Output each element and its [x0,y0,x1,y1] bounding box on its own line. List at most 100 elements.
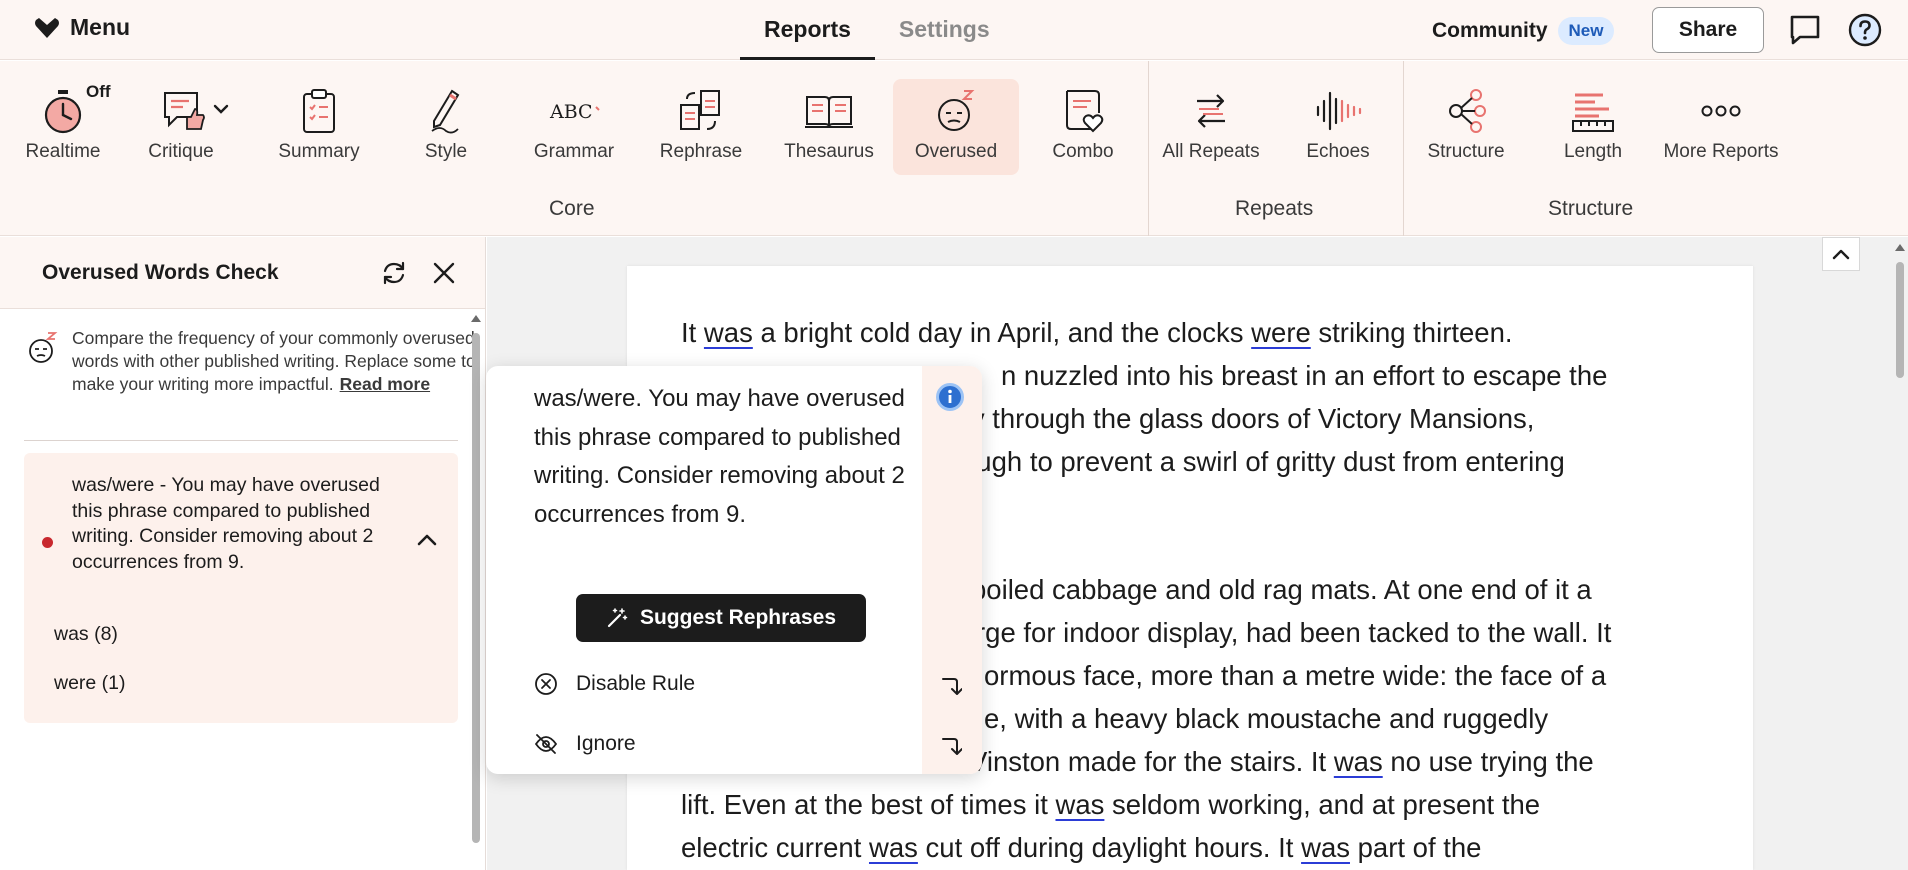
critique-label: Critique [148,141,214,162]
tab-reports[interactable]: Reports [740,0,875,60]
editor-scrollbar[interactable] [1896,262,1904,378]
text-line: electric current was cut off during dayl… [681,832,1482,863]
stopwatch-icon [44,90,82,134]
scroll-up-arrow-icon[interactable] [1895,244,1905,251]
style-label: Style [424,141,468,162]
critique-button[interactable]: Critique [128,79,254,175]
new-badge: New [1557,17,1615,45]
divider [24,440,458,441]
length-button[interactable]: Length [1530,79,1656,175]
refresh-icon[interactable] [380,259,408,292]
three-dots-icon [1701,105,1741,117]
disable-rule-label: Disable Rule [576,672,696,695]
popup-message: was/were. You may have overused this phr… [534,385,905,528]
critique-thumb-icon [164,92,229,130]
flagged-word[interactable]: were [1251,317,1311,348]
echoes-label: Echoes [1306,141,1370,162]
sleepy-face-icon [28,331,58,370]
rephrase-button[interactable]: Rephrase [638,79,764,175]
reports-ribbon: Off Realtime Critique Summary Style ABC … [0,61,1908,236]
panel-scrollbar[interactable] [472,333,480,843]
sound-wave-icon [1316,91,1362,131]
panel-title: Overused Words Check [42,261,279,284]
combo-heart-icon [1066,90,1104,133]
panel-header: Overused Words Check [0,237,485,309]
suggest-rephrases-button[interactable]: Suggest Rephrases [576,594,866,642]
collapse-ribbon-button[interactable] [1822,237,1860,271]
pencil-icon [431,89,460,134]
sleepy-face-icon [938,90,975,131]
summary-button[interactable]: Summary [256,79,382,175]
text-line: It was a bright cold day in April, and t… [681,317,1513,348]
intro-text: Compare the frequency of your commonly o… [72,327,484,396]
flagged-word[interactable]: was [1301,832,1350,863]
tab-settings[interactable]: Settings [875,0,1014,60]
chevron-up-icon [1832,249,1850,260]
eye-off-icon [534,734,558,754]
scroll-up-arrow-icon[interactable] [471,315,481,322]
heart-logo-icon [35,17,59,38]
help-icon[interactable] [1848,13,1882,52]
combo-button[interactable]: Combo [1020,79,1146,175]
top-bar: Menu Reports Settings Community New Shar… [0,0,1908,60]
style-button[interactable]: Style [383,79,509,175]
realtime-button[interactable]: Off Realtime [0,79,126,175]
structure-label: Structure [1427,141,1505,162]
all-repeats-label: All Repeats [1162,141,1260,162]
community-link[interactable]: Community New [1432,17,1615,45]
overused-label: Overused [914,141,998,162]
length-label: Length [1563,141,1623,162]
overused-button[interactable]: Overused [893,79,1019,175]
ignore-label: Ignore [576,732,636,755]
realtime-label: Realtime [25,141,101,162]
structure-nodes-icon [1449,89,1486,133]
ignore-button[interactable]: Ignore [534,732,636,756]
suggestion-popup: was/were. You may have overused this phr… [486,366,982,774]
chat-icon[interactable] [1788,13,1822,52]
group-core-label: Core [549,197,595,220]
disable-rule-button[interactable]: Disable Rule [534,672,695,696]
echoes-button[interactable]: Echoes [1275,79,1401,175]
thesaurus-label: Thesaurus [784,141,874,162]
menu-button[interactable]: Menu [34,14,130,41]
more-reports-button[interactable]: More Reports [1658,79,1784,175]
ruler-bars-icon [1572,93,1614,132]
share-button[interactable]: Share [1652,7,1764,53]
suggest-rephrases-label: Suggest Rephrases [639,606,837,629]
clipboard-icon [303,89,335,133]
text-line: lift. Even at the best of times it was s… [681,789,1541,820]
info-icon[interactable] [936,383,964,416]
grammar-label: Grammar [533,141,615,162]
circle-x-icon [535,673,557,695]
read-more-link[interactable]: Read more [340,374,430,394]
main-tabs: Reports Settings [740,0,1014,60]
flagged-word[interactable]: was [704,317,753,348]
rephrase-icon [680,90,720,130]
overused-panel: Overused Words Check Compare the frequen… [0,237,486,870]
thesaurus-button[interactable]: Thesaurus [766,79,892,175]
turn-down-arrow-icon[interactable] [940,674,963,703]
issue-card[interactable]: was/were - You may have overused this ph… [24,453,458,723]
group-repeats-label: Repeats [1235,197,1314,220]
turn-down-arrow-icon[interactable] [940,734,963,763]
group-structure-label: Structure [1548,197,1634,220]
word-item-were[interactable]: were (1) [54,672,126,695]
summary-label: Summary [278,141,360,162]
structure-button[interactable]: Structure [1403,79,1529,175]
popup-side-strip [922,366,982,774]
community-label: Community [1432,19,1548,42]
repeat-arrows-icon [1197,94,1225,128]
close-icon[interactable] [430,259,458,292]
word-item-was[interactable]: was (8) [54,623,118,646]
chevron-up-icon[interactable] [416,531,438,552]
all-repeats-button[interactable]: All Repeats [1148,79,1274,175]
grammar-button[interactable]: ABC Grammar [511,79,637,175]
issue-severity-dot [42,537,53,548]
flagged-word[interactable]: was [1055,789,1104,820]
grammar-icon-text: ABC [549,101,593,123]
issue-text: was/were - You may have overused this ph… [72,474,380,573]
flagged-word[interactable]: was [869,832,918,863]
abc-check-icon: ABC [549,101,600,123]
flagged-word[interactable]: was [1334,746,1383,777]
realtime-status: Off [86,82,111,101]
